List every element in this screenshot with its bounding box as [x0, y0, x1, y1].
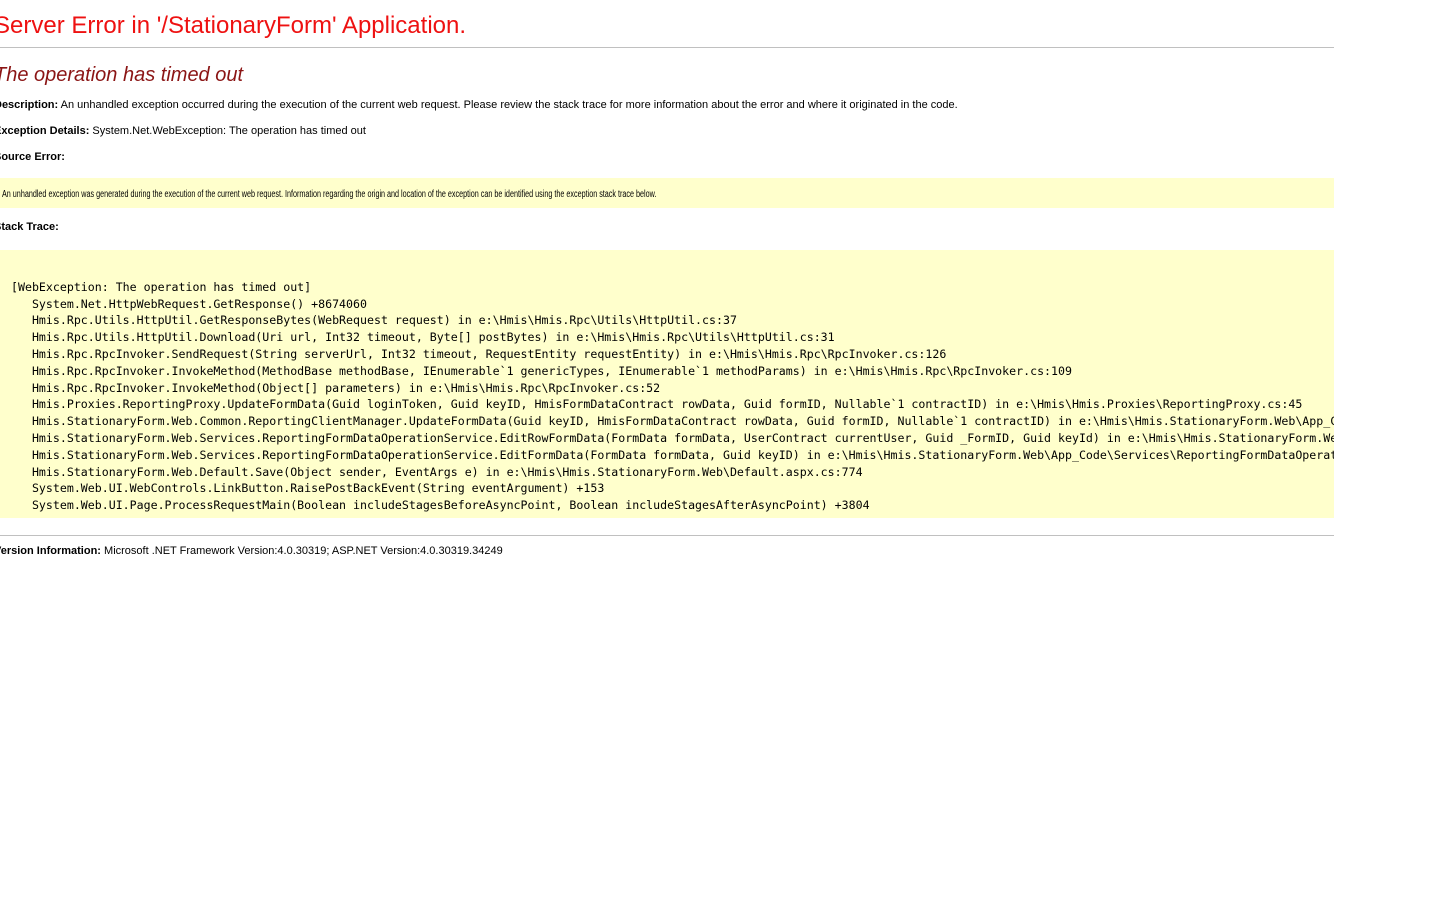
- source-error-label: Source Error:: [0, 151, 65, 163]
- stack-trace-panel: [WebException: The operation has timed o…: [0, 250, 1334, 518]
- version-info-row: Version Information: Microsoft .NET Fram…: [0, 545, 1334, 558]
- exception-details-label: Exception Details:: [0, 125, 89, 137]
- top-divider: [0, 47, 1334, 48]
- version-info-label: Version Information:: [0, 545, 101, 557]
- description-text: An unhandled exception occurred during t…: [61, 99, 958, 111]
- exception-details-row: Exception Details: System.Net.WebExcepti…: [0, 125, 1334, 138]
- source-error-row: Source Error:: [0, 151, 1334, 164]
- page-title: Server Error in '/StationaryForm' Applic…: [0, 12, 1334, 40]
- description-row: Description: An unhandled exception occu…: [0, 99, 1334, 112]
- description-label: Description:: [0, 99, 58, 111]
- version-info-text: Microsoft .NET Framework Version:4.0.303…: [104, 545, 503, 557]
- error-subtitle: The operation has timed out: [0, 64, 1334, 86]
- source-error-message: An unhandled exception was generated dur…: [2, 189, 656, 200]
- exception-details-text: System.Net.WebException: The operation h…: [92, 125, 366, 137]
- stack-trace-row: Stack Trace:: [0, 221, 1334, 234]
- stack-trace-label: Stack Trace:: [0, 221, 59, 233]
- stack-trace-text: [WebException: The operation has timed o…: [11, 262, 1326, 514]
- source-error-panel: An unhandled exception was generated dur…: [0, 178, 1334, 208]
- error-page: Server Error in '/StationaryForm' Applic…: [0, 12, 1334, 558]
- bottom-divider: [0, 535, 1334, 536]
